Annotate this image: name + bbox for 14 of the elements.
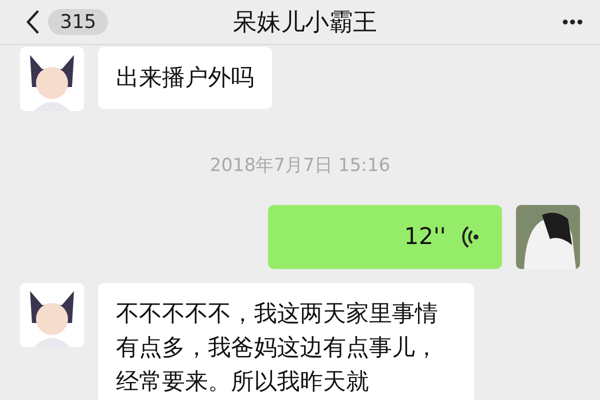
avatar-icon[interactable] xyxy=(20,283,84,347)
chat-title: 呆妹儿小霸王 xyxy=(233,7,377,38)
message-bubble: 不不不不不，我这两天家里事情有点多，我爸妈这边有点事儿，经常要来。所以我昨天就 xyxy=(98,283,474,400)
voice-message-bubble[interactable]: 12'' xyxy=(268,205,502,269)
message-bubble: 出来播户外吗 xyxy=(98,47,272,109)
back-chevron-icon xyxy=(26,9,40,35)
unread-count-badge[interactable]: 315 xyxy=(48,9,108,35)
voice-duration: 12'' xyxy=(404,223,446,252)
back-button[interactable] xyxy=(26,9,40,35)
timestamp: 2018年7月7日 15:16 xyxy=(210,154,390,177)
photo-placeholder[interactable] xyxy=(516,205,580,269)
voice-wave-icon xyxy=(460,225,480,249)
avatar-icon[interactable] xyxy=(20,47,84,111)
more-button[interactable]: ••• xyxy=(562,12,584,32)
